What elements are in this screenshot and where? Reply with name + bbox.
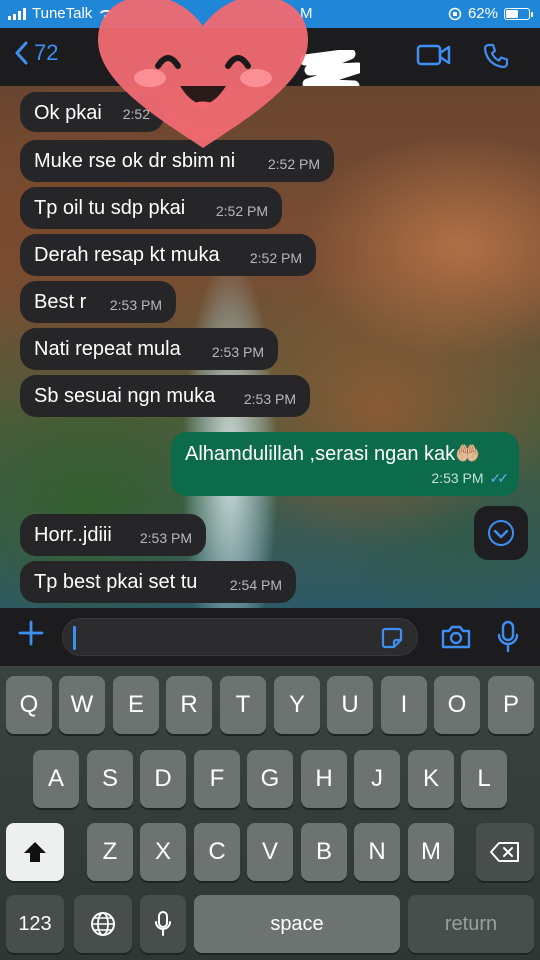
globe-icon <box>91 912 115 936</box>
key-e[interactable]: E <box>113 676 159 734</box>
return-key[interactable]: return <box>408 895 534 953</box>
key-i[interactable]: I <box>381 676 427 734</box>
battery-percent: 62% <box>467 5 498 22</box>
carrier-name: TuneTalk <box>32 5 93 22</box>
key-z[interactable]: Z <box>87 823 133 881</box>
voice-call-icon[interactable] <box>482 42 510 70</box>
message-time: 2:53 PM <box>243 391 296 407</box>
message-bubble-incoming[interactable]: Sb sesuai ngn muka 2:53 PM <box>20 375 310 417</box>
message-bubble-incoming[interactable]: Best r 2:53 PM <box>20 281 176 323</box>
message-text: Tp best pkai set tu <box>34 571 198 593</box>
scroll-down-icon <box>488 520 514 546</box>
orientation-lock-icon <box>448 7 462 20</box>
text-cursor <box>73 626 76 650</box>
message-time: 2:52 PM <box>267 156 320 172</box>
globe-key[interactable] <box>74 895 132 953</box>
message-bubble-incoming[interactable]: Tp best pkai set tu 2:54 PM <box>20 561 296 603</box>
signal-icon <box>8 7 26 20</box>
camera-icon[interactable] <box>440 624 472 650</box>
message-text: Alhamdulillah ,serasi ngan kak🤲🏼 <box>185 443 481 465</box>
message-text: Nati repeat mula <box>34 338 181 360</box>
key-b[interactable]: B <box>301 823 347 881</box>
message-input-bar <box>0 608 540 666</box>
read-receipt-icon: ✓✓ <box>489 470 510 486</box>
key-m[interactable]: M <box>408 823 454 881</box>
key-d[interactable]: D <box>140 750 186 808</box>
message-time: 2:53 PM <box>109 297 162 313</box>
message-time: 2:54 PM <box>229 577 282 593</box>
message-text: Muke rse ok dr sbim ni <box>34 150 236 172</box>
key-v[interactable]: V <box>247 823 293 881</box>
sticker-icon[interactable] <box>381 627 403 649</box>
numbers-key[interactable]: 123 <box>6 895 64 953</box>
key-w[interactable]: W <box>59 676 105 734</box>
key-l[interactable]: L <box>461 750 507 808</box>
message-input[interactable] <box>62 618 418 656</box>
message-bubble-incoming[interactable]: Derah resap kt muka 2:52 PM <box>20 234 316 276</box>
key-q[interactable]: Q <box>6 676 52 734</box>
message-text: Tp oil tu sdp pkai <box>34 197 186 219</box>
key-o[interactable]: O <box>434 676 480 734</box>
chat-messages[interactable]: Ok pkai 2:52 Muke rse ok dr sbim ni 2:52… <box>0 86 540 608</box>
key-t[interactable]: T <box>220 676 266 734</box>
message-text: Sb sesuai ngn muka <box>34 385 216 407</box>
message-time: 2:53 PM <box>139 530 192 546</box>
unread-count: 72 <box>34 40 59 65</box>
back-chevron-icon <box>15 41 28 65</box>
key-r[interactable]: R <box>166 676 212 734</box>
key-y[interactable]: Y <box>274 676 320 734</box>
message-time: 2:52 PM <box>249 250 302 266</box>
keyboard: Q W E R T Y U I O P A S D F G H J K L Z … <box>0 666 540 960</box>
key-f[interactable]: F <box>194 750 240 808</box>
scroll-to-bottom-button[interactable] <box>474 506 528 560</box>
message-bubble-incoming[interactable]: Tp oil tu sdp pkai 2:52 PM <box>20 187 282 229</box>
message-time: 2:53 PM <box>211 344 264 360</box>
message-time: 2:53 PM <box>431 470 484 486</box>
battery-icon <box>504 7 533 20</box>
key-u[interactable]: U <box>327 676 373 734</box>
dictation-key[interactable] <box>140 895 186 953</box>
key-s[interactable]: S <box>87 750 133 808</box>
key-h[interactable]: H <box>301 750 347 808</box>
key-n[interactable]: N <box>354 823 400 881</box>
message-bubble-incoming[interactable]: Horr..jdiii 2:53 PM <box>20 514 206 556</box>
key-c[interactable]: C <box>194 823 240 881</box>
key-k[interactable]: K <box>408 750 454 808</box>
video-call-icon[interactable] <box>416 42 452 68</box>
key-g[interactable]: G <box>247 750 293 808</box>
space-key[interactable]: space <box>194 895 400 953</box>
back-button[interactable]: 72 <box>14 40 58 66</box>
shift-icon <box>24 842 46 862</box>
heart-emoji-sticker <box>98 0 308 148</box>
message-bubble-incoming[interactable]: Nati repeat mula 2:53 PM <box>20 328 278 370</box>
key-j[interactable]: J <box>354 750 400 808</box>
message-text: Horr..jdiii <box>34 524 112 546</box>
microphone-icon[interactable] <box>496 620 520 654</box>
keyboard-mic-icon <box>155 911 171 936</box>
message-time: 2:52 PM <box>215 203 268 219</box>
backspace-key[interactable] <box>476 823 534 881</box>
key-p[interactable]: P <box>488 676 534 734</box>
shift-key[interactable] <box>6 823 64 881</box>
message-text: Best r <box>34 291 87 313</box>
plus-icon[interactable] <box>18 620 44 646</box>
key-a[interactable]: A <box>33 750 79 808</box>
key-x[interactable]: X <box>140 823 186 881</box>
message-text: Derah resap kt muka <box>34 244 220 266</box>
message-bubble-outgoing[interactable]: Alhamdulillah ,serasi ngan kak🤲🏼 2:53 PM… <box>171 432 519 496</box>
backspace-icon <box>490 842 519 862</box>
